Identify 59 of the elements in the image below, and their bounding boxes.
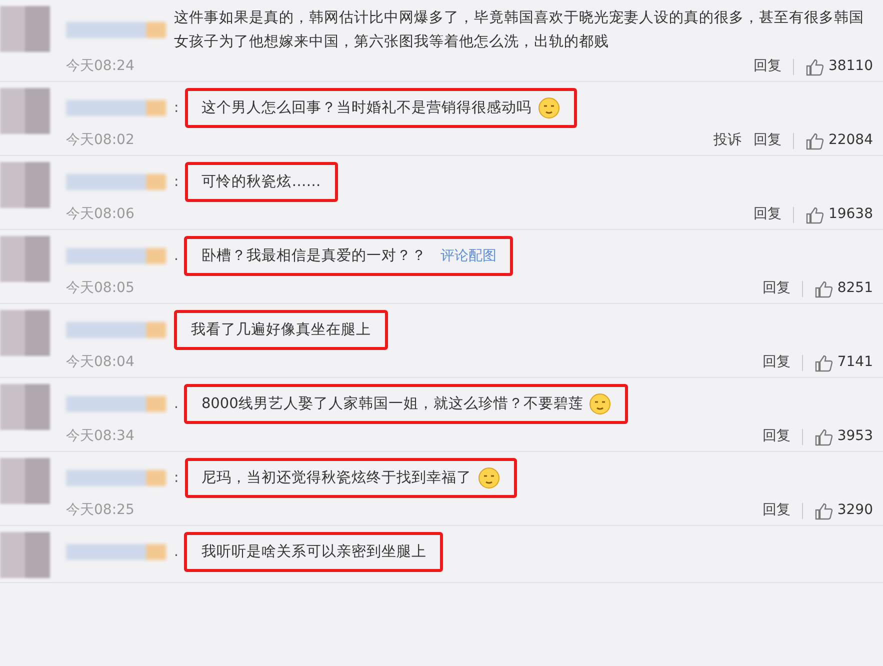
comment-text: 我看了几遍好像真坐在腿上 xyxy=(191,320,371,340)
comment-time: 今天08:34 xyxy=(66,427,134,446)
like-count: 19638 xyxy=(828,205,873,224)
avatar-placeholder[interactable] xyxy=(0,532,50,578)
comment-time: 今天08:06 xyxy=(66,205,134,224)
blurred-username[interactable] xyxy=(66,470,166,486)
separator-mark: : xyxy=(174,172,179,192)
blurred-username[interactable] xyxy=(66,544,166,560)
avatar-placeholder[interactable] xyxy=(0,88,50,134)
comment-time: 今天08:24 xyxy=(66,57,134,76)
like-count: 3290 xyxy=(837,501,873,520)
thumbs-up-icon[interactable] xyxy=(806,58,824,76)
blurred-username[interactable] xyxy=(66,100,166,116)
blurred-username[interactable] xyxy=(66,174,166,190)
separator-mark: . xyxy=(174,542,178,562)
thumbs-up-icon[interactable] xyxy=(815,280,834,298)
comment-time: 今天08:02 xyxy=(66,131,134,150)
thumbs-up-icon[interactable] xyxy=(815,428,834,446)
like-count: 22084 xyxy=(828,131,873,150)
reply-link[interactable]: 回复 xyxy=(762,278,790,299)
avatar-placeholder[interactable] xyxy=(0,236,50,282)
report-link[interactable]: 投诉 xyxy=(713,130,742,151)
like-count: 8251 xyxy=(837,279,873,298)
like-count: 38110 xyxy=(828,57,873,76)
comment-text: 卧槽？我最相信是真爱的一对？？ xyxy=(201,247,426,266)
reply-link[interactable]: 回复 xyxy=(753,130,782,151)
avatar-placeholder[interactable] xyxy=(0,310,50,356)
comment-time: 今天08:05 xyxy=(66,279,134,298)
blurred-username[interactable] xyxy=(66,22,166,38)
separator-mark: . xyxy=(174,246,178,266)
reply-link[interactable]: 回复 xyxy=(762,426,790,447)
avatar-placeholder[interactable] xyxy=(0,162,50,208)
avatar-placeholder[interactable] xyxy=(0,458,50,504)
blurred-username[interactable] xyxy=(66,322,166,338)
comment-text: 8000线男艺人娶了人家韩国一姐，就这么珍惜？不要碧莲 xyxy=(201,394,584,414)
blurred-username[interactable] xyxy=(66,396,166,412)
thumbs-up-icon[interactable] xyxy=(806,206,824,224)
comment-time: 今天08:04 xyxy=(66,353,134,372)
comment-text: 这个男人怎么回事？当时婚礼不是营销得很感动吗 xyxy=(202,99,532,118)
comment-text: 这件事如果是真的，韩网估计比中网爆多了，毕竟韩国喜欢于晓光宠妻人设的真的很多，甚至有很多韩国女孩子为了他想嫁来中国，第六张图我等着他怎么洗，出轨的都贱 xyxy=(174,8,865,52)
reply-link[interactable]: 回复 xyxy=(762,352,790,373)
separator-mark: : xyxy=(174,98,179,118)
thumbs-up-icon[interactable] xyxy=(815,354,834,372)
separator-mark: . xyxy=(174,394,178,414)
comment-time: 今天08:25 xyxy=(66,501,134,520)
avatar-placeholder[interactable] xyxy=(0,384,50,430)
avatar-placeholder[interactable] xyxy=(0,6,50,52)
reply-link[interactable]: 回复 xyxy=(762,500,790,521)
reply-link[interactable]: 回复 xyxy=(753,56,782,77)
comment-text: 我听听是啥关系可以亲密到坐腿上 xyxy=(201,542,426,562)
thumbs-up-icon[interactable] xyxy=(806,132,824,150)
thumbs-up-icon[interactable] xyxy=(815,502,834,520)
like-count: 3953 xyxy=(837,427,873,446)
comment-text: 尼玛，当初还觉得秋瓷炫终于找到幸福了 xyxy=(202,468,472,488)
like-count: 7141 xyxy=(837,353,873,372)
comment-text: 可怜的秋瓷炫…… xyxy=(202,173,321,192)
separator-mark: : xyxy=(174,468,179,488)
reply-link[interactable]: 回复 xyxy=(753,204,782,225)
blurred-username[interactable] xyxy=(66,248,166,264)
